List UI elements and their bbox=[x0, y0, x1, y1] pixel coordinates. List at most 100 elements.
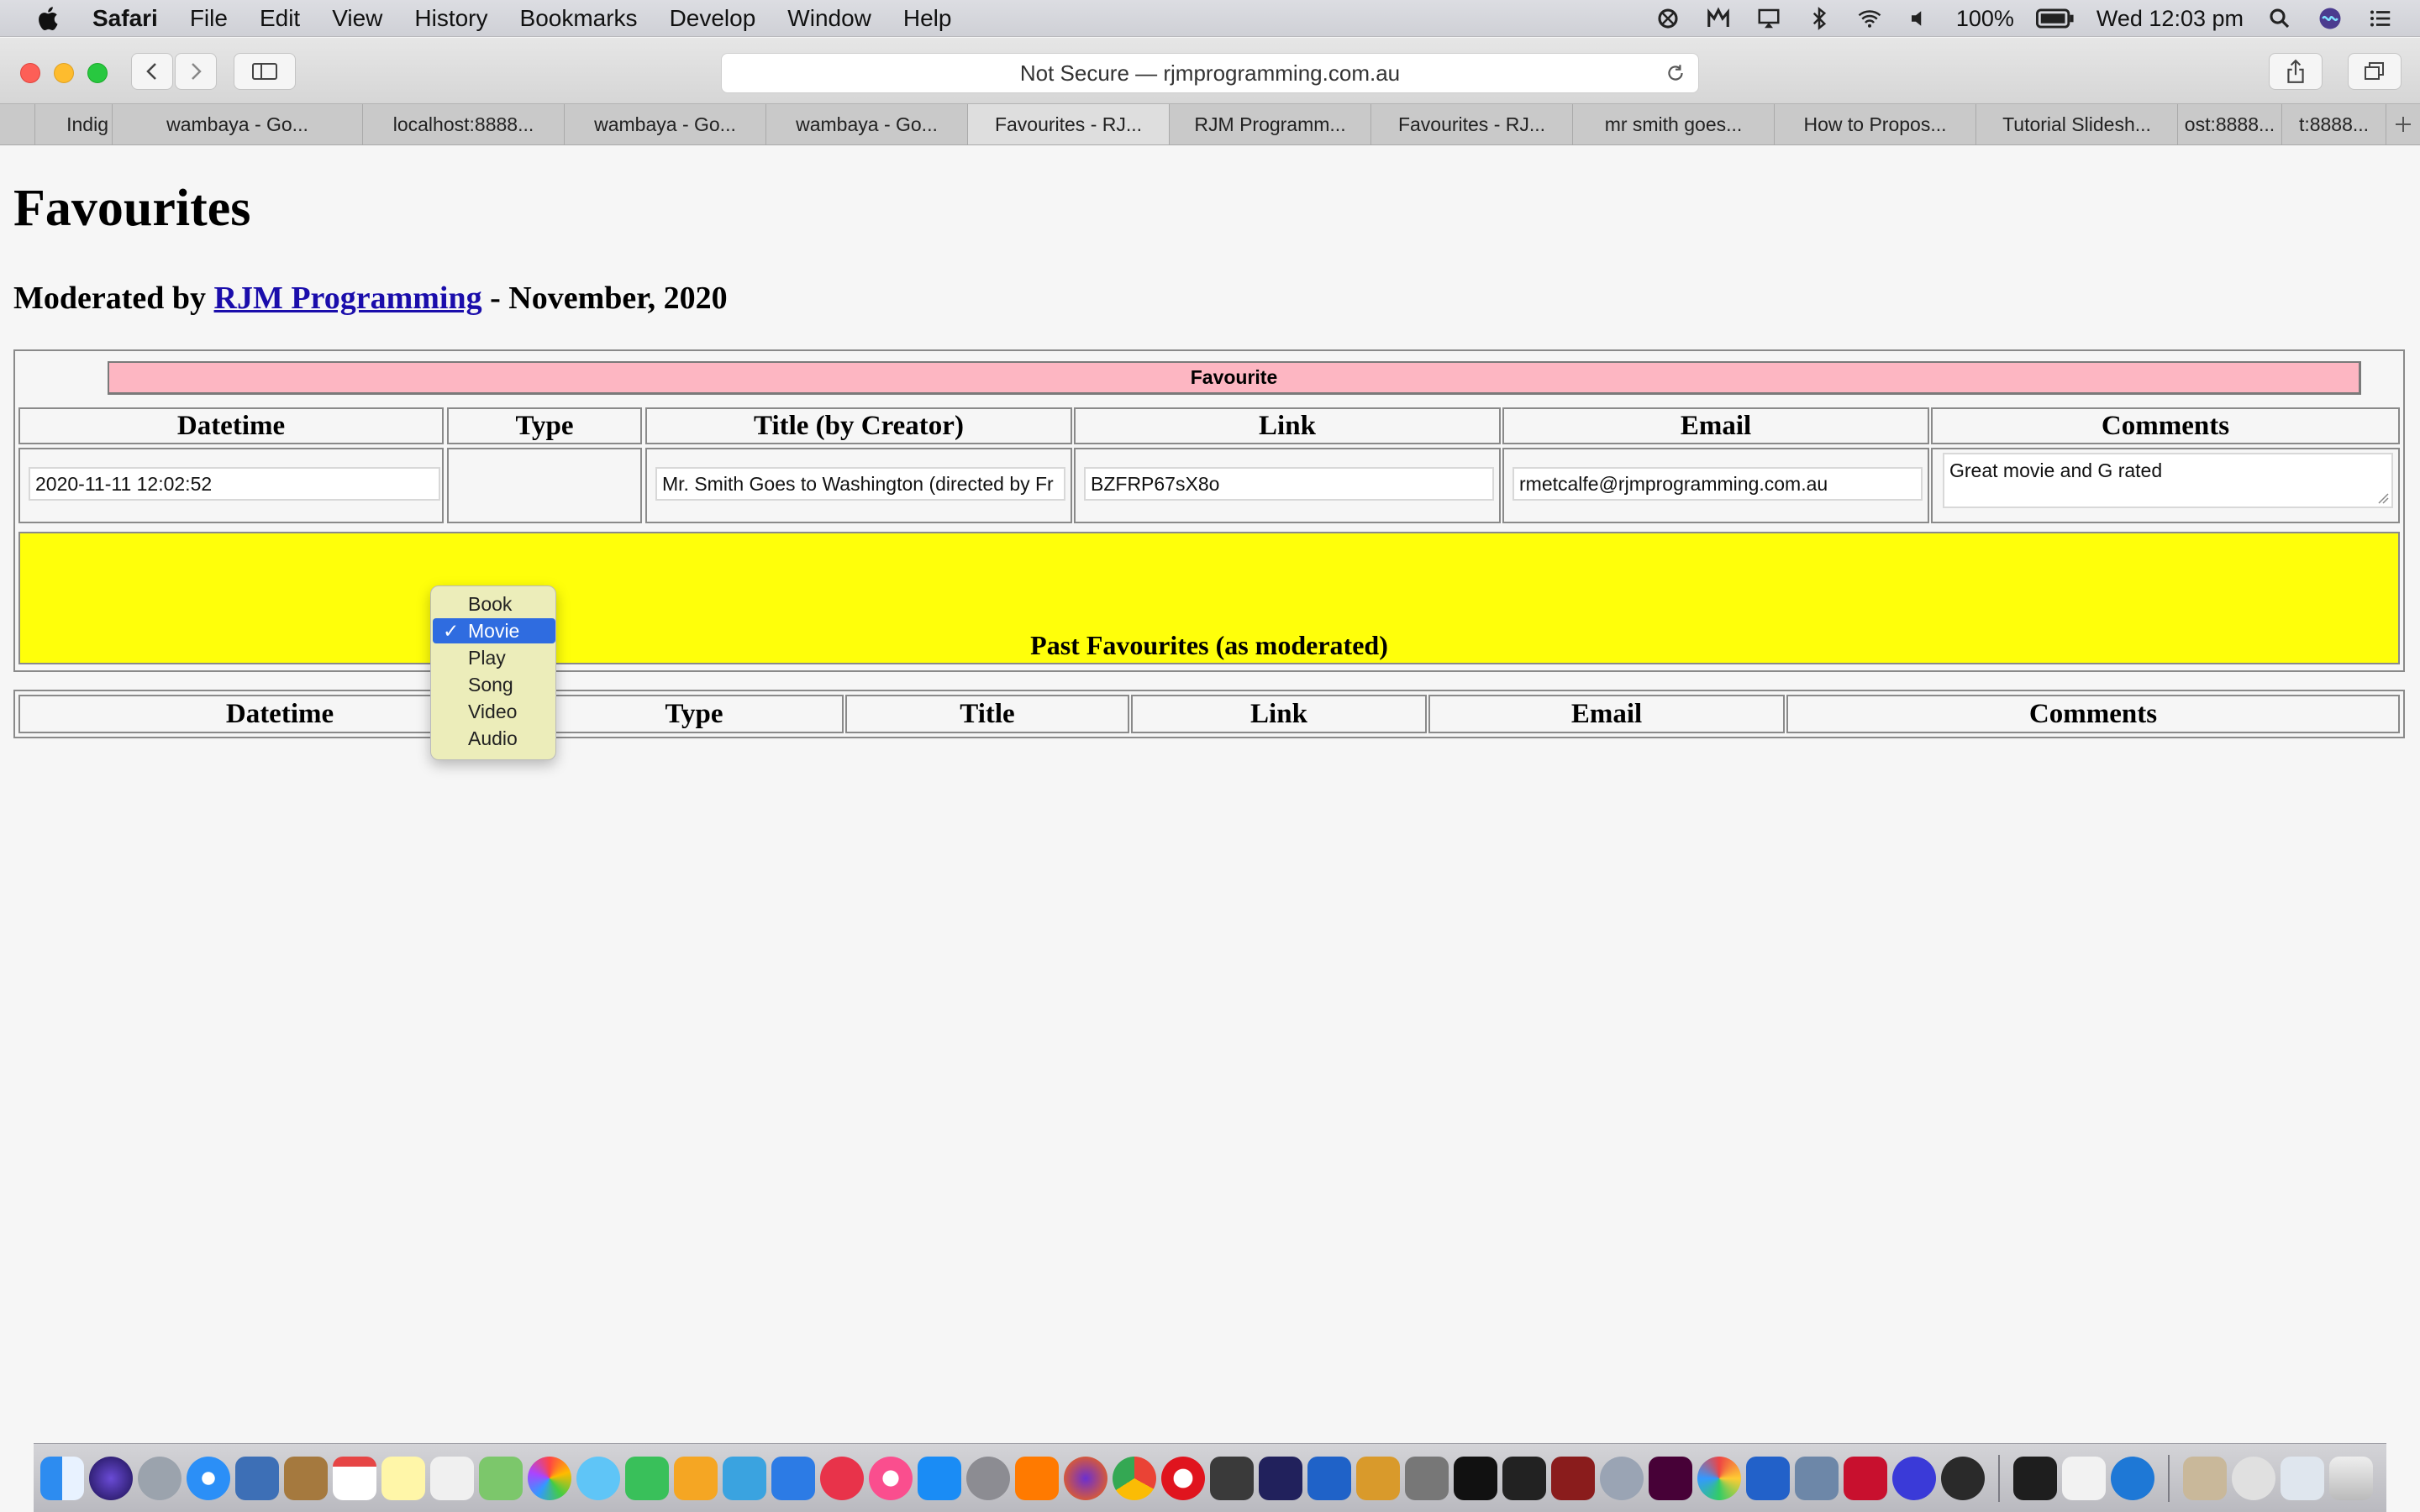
menu-edit[interactable]: Edit bbox=[260, 5, 300, 32]
news-icon[interactable] bbox=[820, 1456, 864, 1500]
wifi-icon[interactable] bbox=[1855, 6, 1884, 31]
siri-icon[interactable] bbox=[2316, 6, 2344, 31]
firefox-icon[interactable] bbox=[1064, 1456, 1107, 1500]
terminal-icon[interactable] bbox=[1454, 1456, 1497, 1500]
notefile-icon[interactable] bbox=[284, 1456, 328, 1500]
image-capture-icon[interactable] bbox=[1795, 1456, 1839, 1500]
menu-history[interactable]: History bbox=[414, 5, 487, 32]
rjm-programming-link[interactable]: RJM Programming bbox=[214, 281, 482, 316]
inkscape-icon[interactable] bbox=[1502, 1456, 1546, 1500]
messages-icon[interactable] bbox=[576, 1456, 620, 1500]
sidebar-toggle-button[interactable] bbox=[234, 53, 296, 90]
email-input[interactable]: rmetcalfe@rjmprogramming.com.au bbox=[1512, 467, 1923, 501]
wings-ide-icon[interactable] bbox=[1307, 1456, 1351, 1500]
type-option-video[interactable]: Video bbox=[433, 699, 555, 724]
launchpad-icon[interactable] bbox=[138, 1456, 182, 1500]
photos-icon[interactable] bbox=[528, 1456, 571, 1500]
menu-bookmarks[interactable]: Bookmarks bbox=[520, 5, 638, 32]
new-tab-button[interactable] bbox=[2386, 104, 2420, 144]
quicktime-icon[interactable] bbox=[2111, 1456, 2154, 1500]
title-input[interactable]: Mr. Smith Goes to Washington (directed b… bbox=[655, 467, 1065, 501]
menu-develop[interactable]: Develop bbox=[670, 5, 756, 32]
datetime-input[interactable]: 2020-11-11 12:02:52 bbox=[29, 467, 440, 501]
apple-menu-icon[interactable] bbox=[34, 3, 64, 34]
tab-wambaya-2[interactable]: wambaya - Go... bbox=[565, 104, 766, 144]
gimp-icon[interactable] bbox=[1405, 1456, 1449, 1500]
filezilla-icon[interactable] bbox=[1844, 1456, 1887, 1500]
notes-icon[interactable] bbox=[381, 1456, 425, 1500]
tab-mr-smith[interactable]: mr smith goes... bbox=[1573, 104, 1775, 144]
user-folder-icon[interactable] bbox=[2232, 1456, 2275, 1500]
phpstorm-icon[interactable] bbox=[1259, 1456, 1302, 1500]
system-preferences-icon[interactable] bbox=[966, 1456, 1010, 1500]
comments-textarea[interactable]: Great movie and G rated bbox=[1943, 453, 2393, 508]
address-bar[interactable]: Not Secure — rjmprogramming.com.au bbox=[721, 53, 1699, 93]
reminders-icon[interactable] bbox=[430, 1456, 474, 1500]
numbers-icon[interactable] bbox=[723, 1456, 766, 1500]
recent-terminal-icon[interactable] bbox=[2013, 1456, 2057, 1500]
link-input[interactable]: BZFRP67sX8o bbox=[1084, 467, 1494, 501]
downloads-stack-icon[interactable] bbox=[2183, 1456, 2227, 1500]
pages-icon[interactable] bbox=[674, 1456, 718, 1500]
menu-help[interactable]: Help bbox=[903, 5, 952, 32]
airplay-icon[interactable] bbox=[1754, 6, 1783, 31]
tab-localhost[interactable]: localhost:8888... bbox=[363, 104, 565, 144]
app-menu-safari[interactable]: Safari bbox=[92, 5, 158, 32]
adobe-xd-icon[interactable] bbox=[1649, 1456, 1692, 1500]
bluetooth-icon[interactable] bbox=[1805, 6, 1833, 31]
volume-icon[interactable] bbox=[1906, 6, 1934, 31]
tab-favourites-active[interactable]: Favourites - RJ... bbox=[968, 104, 1170, 144]
minimize-window-button[interactable] bbox=[54, 63, 74, 83]
documents-stack-icon[interactable] bbox=[2281, 1456, 2324, 1500]
keynote-icon[interactable] bbox=[771, 1456, 815, 1500]
menu-view[interactable]: View bbox=[332, 5, 382, 32]
flowchart-icon[interactable] bbox=[1746, 1456, 1790, 1500]
trash-icon[interactable] bbox=[2329, 1456, 2373, 1500]
menu-window[interactable]: Window bbox=[787, 5, 871, 32]
tab-how-to-propose[interactable]: How to Propos... bbox=[1775, 104, 1976, 144]
favourite-submit-button[interactable]: Favourite bbox=[108, 361, 2361, 395]
sequel-pro-icon[interactable] bbox=[1210, 1456, 1254, 1500]
maps-icon[interactable] bbox=[479, 1456, 523, 1500]
tab-rjm-programming[interactable]: RJM Programm... bbox=[1170, 104, 1371, 144]
document-icon[interactable] bbox=[2062, 1456, 2106, 1500]
fontforge-icon[interactable] bbox=[1941, 1456, 1985, 1500]
spotlight-search-icon[interactable] bbox=[2265, 6, 2294, 31]
siri-icon[interactable] bbox=[89, 1456, 133, 1500]
color-picker-icon[interactable] bbox=[1697, 1456, 1741, 1500]
tab-tutorial-slideshow[interactable]: Tutorial Slidesh... bbox=[1976, 104, 2178, 144]
tab-wambaya-1[interactable]: wambaya - Go... bbox=[113, 104, 363, 144]
type-option-book[interactable]: Book bbox=[433, 591, 555, 617]
menu-file[interactable]: File bbox=[190, 5, 228, 32]
type-option-play[interactable]: Play bbox=[433, 645, 555, 670]
finder-icon[interactable] bbox=[40, 1456, 84, 1500]
type-select-dropdown[interactable]: Book ✓ Movie Play Song Video Audio bbox=[430, 585, 556, 760]
notification-center-icon[interactable] bbox=[2366, 6, 2395, 31]
type-option-audio[interactable]: Audio bbox=[433, 726, 555, 751]
forward-button[interactable] bbox=[175, 53, 217, 90]
r-language-icon[interactable] bbox=[1600, 1456, 1644, 1500]
malwarebytes-icon[interactable] bbox=[1704, 6, 1733, 31]
script-editor-icon[interactable] bbox=[1356, 1456, 1400, 1500]
show-tabs-button[interactable] bbox=[2348, 53, 2402, 90]
photo-booth-icon[interactable] bbox=[1551, 1456, 1595, 1500]
audacity-icon[interactable] bbox=[1892, 1456, 1936, 1500]
resize-grip-icon[interactable] bbox=[2377, 492, 2389, 504]
menubar-clock[interactable]: Wed 12:03 pm bbox=[2096, 6, 2244, 32]
calendar-icon[interactable] bbox=[333, 1456, 376, 1500]
battery-icon[interactable] bbox=[2035, 6, 2075, 31]
back-button[interactable] bbox=[131, 53, 173, 90]
preview-icon[interactable] bbox=[235, 1456, 279, 1500]
amazon-icon[interactable] bbox=[1015, 1456, 1059, 1500]
share-button[interactable] bbox=[2269, 53, 2323, 90]
opera-icon[interactable] bbox=[1161, 1456, 1205, 1500]
music-icon[interactable] bbox=[869, 1456, 913, 1500]
close-window-button[interactable] bbox=[20, 63, 40, 83]
facetime-icon[interactable] bbox=[625, 1456, 669, 1500]
tab-favourites[interactable]: Favourites - RJ... bbox=[1371, 104, 1573, 144]
status-app-icon[interactable] bbox=[1654, 6, 1682, 31]
tab-localhost-2[interactable]: ost:8888... bbox=[2178, 104, 2282, 144]
reload-icon[interactable] bbox=[1665, 62, 1686, 84]
tab-wambaya-3[interactable]: wambaya - Go... bbox=[766, 104, 968, 144]
zoom-window-button[interactable] bbox=[87, 63, 108, 83]
